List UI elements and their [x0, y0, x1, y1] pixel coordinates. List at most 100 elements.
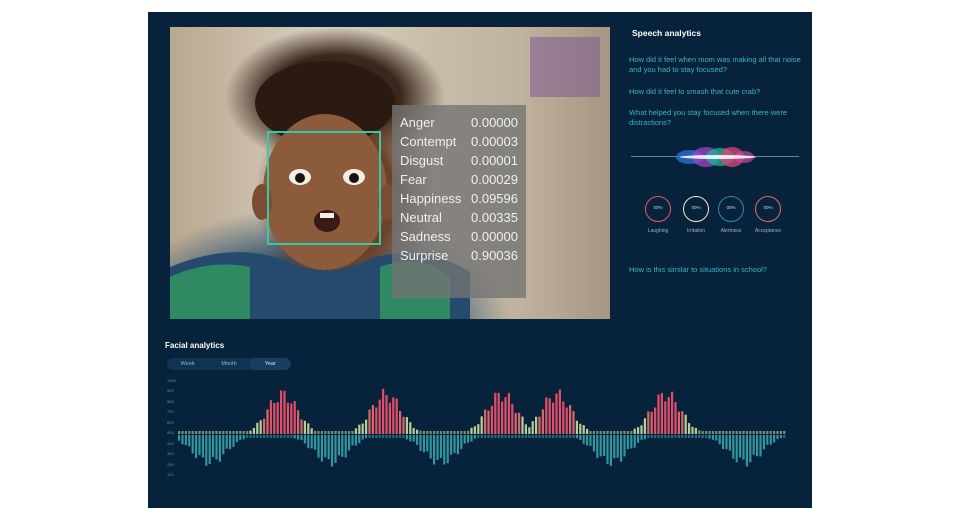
wave-bar-up [395, 398, 398, 434]
wave-bar-down [640, 435, 643, 440]
emotion-row-fear: Fear 0.00029 [392, 170, 526, 189]
wave-bar-up [249, 430, 252, 434]
facial-analytics-title: Facial analytics [165, 341, 225, 350]
wave-bar-up [555, 393, 558, 434]
wave-bar-down [586, 435, 589, 446]
wave-bar-up [256, 422, 259, 434]
wave-bar-down [524, 435, 527, 438]
wave-bar-up [324, 431, 327, 434]
wave-bar-down [623, 435, 626, 457]
wave-bar-up [388, 402, 391, 434]
period-selector: Week Month Year [167, 358, 291, 370]
wave-bar-down [361, 435, 364, 440]
wave-bar-up [416, 429, 419, 434]
wave-bar-down [745, 435, 748, 467]
wave-bar-down [198, 435, 201, 456]
wave-bar-down [613, 435, 616, 459]
wave-bar-down [575, 435, 578, 439]
wave-bar-up [552, 402, 555, 434]
period-tab-week[interactable]: Week [167, 358, 208, 370]
metric-value: 00% [726, 205, 736, 210]
wave-bar-up [365, 419, 368, 434]
wave-bar-up [467, 430, 470, 434]
wave-bar-up [460, 431, 463, 434]
wave-bar-down [742, 435, 745, 460]
wave-bar-down [776, 435, 779, 440]
emotion-label: Sadness [400, 229, 451, 244]
wave-bar-up [613, 431, 616, 434]
wave-bar-up [297, 410, 300, 434]
wave-bar-down [718, 435, 721, 445]
wave-bar-up [320, 431, 323, 434]
wave-bar-up [562, 401, 565, 434]
question-item[interactable]: How did it feel when mom was making all … [629, 55, 801, 75]
wave-bar-down [609, 435, 612, 466]
emotion-value: 0.00000 [471, 229, 518, 244]
followup-question[interactable]: How is this similar to situations in sch… [629, 265, 801, 275]
wave-bar-up [609, 431, 612, 434]
wave-bar-down [290, 435, 293, 438]
wave-bar-down [660, 435, 663, 438]
wave-bar-up [762, 431, 765, 434]
wave-bar-down [596, 435, 599, 459]
wave-bar-up [735, 431, 738, 434]
wave-bar-up [422, 431, 425, 434]
emotion-value: 0.00000 [471, 115, 518, 130]
wave-bar-down [616, 435, 619, 458]
wave-bar-up [477, 424, 480, 434]
wave-bar-up [514, 413, 517, 434]
wave-bar-up [375, 407, 378, 434]
wave-bar-up [344, 431, 347, 434]
wave-bar-up [497, 392, 500, 434]
wave-bar-down [759, 435, 762, 457]
wave-bar-down [178, 435, 181, 441]
wave-bar-up [331, 431, 334, 434]
wave-bar-up [354, 428, 357, 434]
wave-bar-down [385, 435, 388, 438]
wave-bar-up [188, 431, 191, 434]
wave-bar-down [705, 435, 708, 438]
wave-bar-down [487, 435, 490, 438]
question-item[interactable]: What helped you stay focused when there … [629, 108, 801, 128]
wave-bar-down [222, 435, 225, 455]
wave-bar-up [317, 431, 320, 434]
wave-bar-down [569, 435, 572, 438]
wave-bar-down [443, 435, 446, 465]
wave-bar-down [691, 435, 694, 438]
wave-bar-down [756, 435, 759, 457]
wave-bar-up [470, 427, 473, 434]
wave-bar-up [266, 409, 269, 434]
wave-bar-up [742, 431, 745, 434]
wave-bar-up [456, 431, 459, 434]
question-item[interactable]: How did it feel to smash that cute crab? [629, 87, 801, 97]
wave-bar-up [776, 431, 779, 434]
wave-bar-up [473, 426, 476, 434]
wave-bar-down [439, 435, 442, 459]
wave-bar-up [419, 430, 422, 434]
wave-bar-down [460, 435, 463, 450]
wave-bar-down [677, 435, 680, 438]
wave-bar-down [647, 435, 650, 439]
wave-bar-down [470, 435, 473, 442]
wave-bar-down [589, 435, 592, 446]
wave-bar-down [429, 435, 432, 459]
wave-bar-down [402, 435, 405, 438]
wave-bar-down [310, 435, 313, 449]
wave-bar-up [745, 431, 748, 434]
wave-bar-down [552, 435, 555, 438]
wave-bar-down [212, 435, 215, 458]
wave-bar-up [327, 431, 330, 434]
emotion-label: Happiness [400, 191, 462, 206]
wave-bar-down [286, 435, 289, 438]
wave-bar-up [229, 431, 232, 434]
emotion-label: Surprise [400, 248, 449, 263]
metric-ring-laughing: 00% [645, 196, 671, 222]
wave-bar-down [351, 435, 354, 446]
wave-bar-up [521, 416, 524, 434]
wave-bar-down [769, 435, 772, 445]
period-tab-year[interactable]: Year [249, 358, 291, 370]
wave-bar-up [191, 431, 194, 434]
wave-bar-up [252, 427, 255, 434]
period-tab-month[interactable]: Month [208, 358, 249, 370]
wave-bar-down [637, 435, 640, 443]
